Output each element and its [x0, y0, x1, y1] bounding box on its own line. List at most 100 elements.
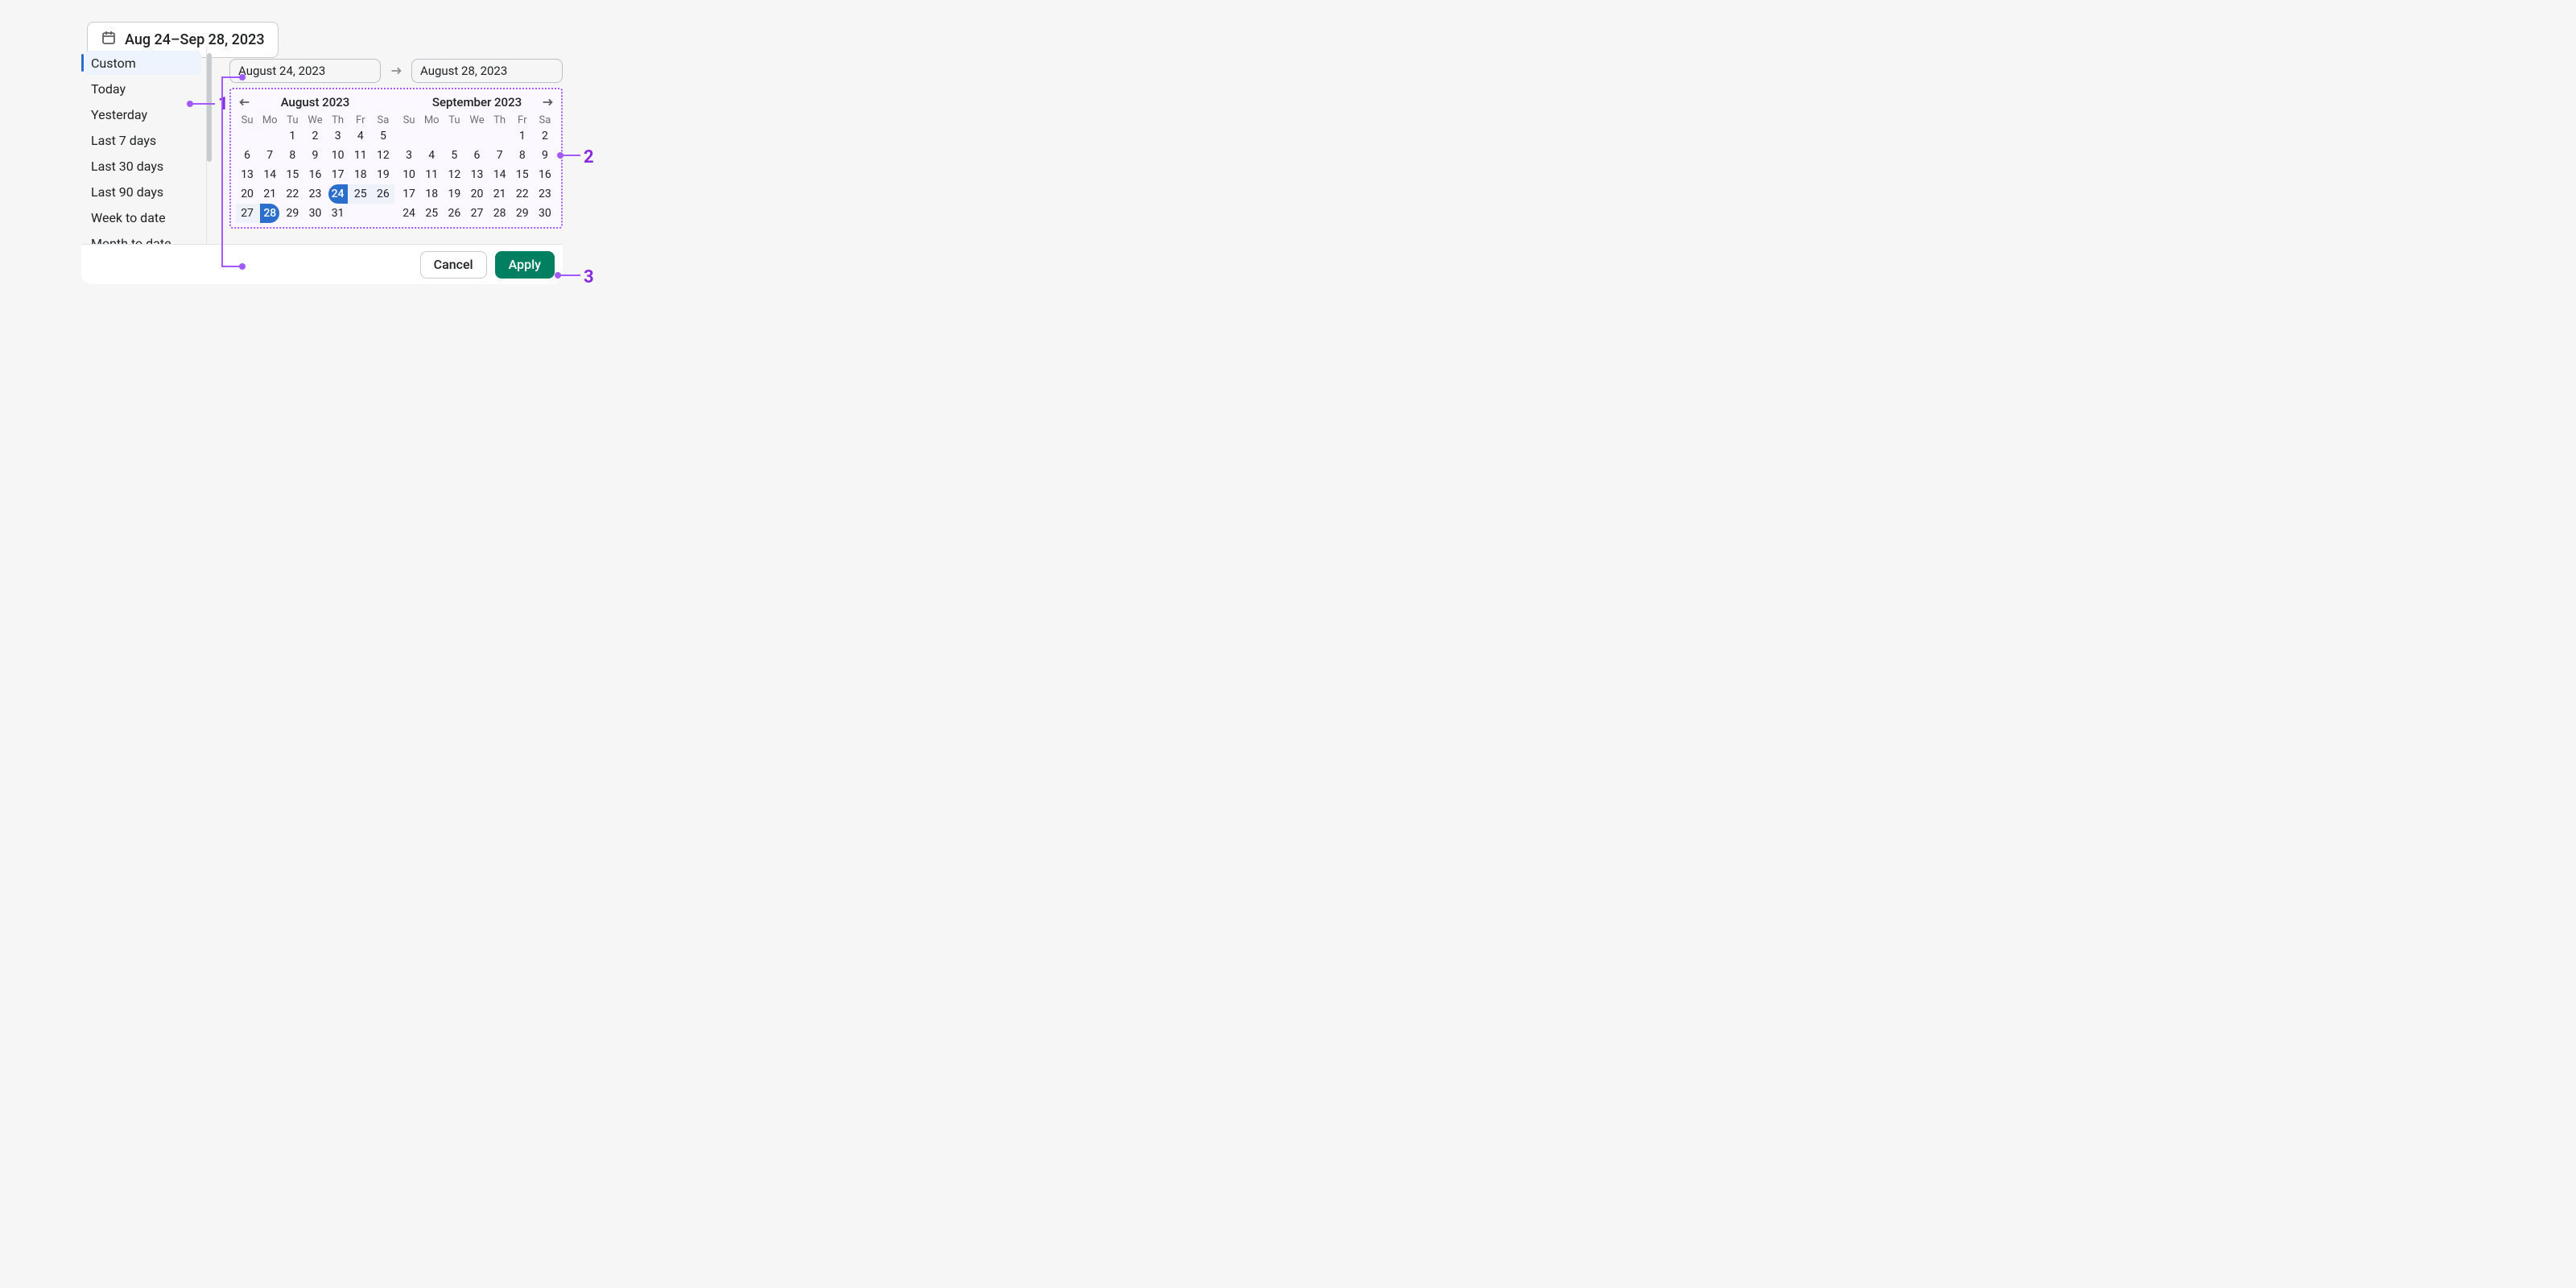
calendar-day[interactable]: 14	[258, 165, 281, 184]
calendar-day[interactable]: 15	[281, 165, 303, 184]
weekday-label: Sa	[372, 114, 394, 126]
month-right-title: September 2023	[432, 95, 522, 109]
calendar-day[interactable]: 10	[327, 146, 349, 165]
calendar-day[interactable]: 18	[420, 184, 443, 204]
calendar-day[interactable]: 28	[489, 204, 511, 223]
calendar-day[interactable]: 17	[398, 184, 420, 204]
calendar-day[interactable]: 25	[349, 184, 372, 204]
preset-scrollbar[interactable]	[207, 53, 212, 162]
calendar-day[interactable]: 8	[511, 146, 534, 165]
annotation-2-dot	[557, 152, 564, 159]
calendar-day[interactable]: 16	[534, 165, 556, 184]
calendar-day[interactable]: 6	[236, 146, 258, 165]
month-left: August 2023 SuMoTuWeThFrSa 1234567891011…	[236, 93, 394, 223]
calendar-day[interactable]: 19	[443, 184, 465, 204]
to-date-input[interactable]: August 28, 2023	[411, 59, 563, 83]
weekday-label: Sa	[534, 114, 556, 126]
calendar-day[interactable]: 28	[258, 204, 281, 223]
calendar-day[interactable]: 18	[349, 165, 372, 184]
calendar-cell-empty	[420, 126, 443, 146]
calendar-day[interactable]: 22	[281, 184, 303, 204]
calendar-day[interactable]: 14	[489, 165, 511, 184]
calendar-day[interactable]: 10	[398, 165, 420, 184]
preset-item[interactable]: Last 7 days	[85, 128, 201, 152]
calendar-day[interactable]: 2	[534, 126, 556, 146]
weekday-label: Su	[398, 114, 420, 126]
calendar-day[interactable]: 7	[489, 146, 511, 165]
calendar-day[interactable]: 11	[349, 146, 372, 165]
cancel-button[interactable]: Cancel	[420, 251, 487, 279]
calendar-day[interactable]: 15	[511, 165, 534, 184]
calendar-day[interactable]: 21	[258, 184, 281, 204]
calendar-day[interactable]: 30	[303, 204, 326, 223]
dialog-footer: Cancel Apply	[81, 244, 563, 284]
calendar-panel: August 24, 2023 August 28, 2023 August 2…	[229, 52, 563, 229]
preset-item[interactable]: Week to date	[85, 205, 201, 229]
calendar-day[interactable]: 27	[236, 204, 258, 223]
next-month-button[interactable]	[539, 93, 556, 111]
annotation-1-dot-b	[239, 74, 246, 80]
calendar-day[interactable]: 22	[511, 184, 534, 204]
calendar-cell-empty	[236, 126, 258, 146]
calendar-day[interactable]: 12	[443, 165, 465, 184]
calendar-day[interactable]: 29	[281, 204, 303, 223]
prev-month-button[interactable]	[236, 93, 254, 111]
calendar-day[interactable]: 11	[420, 165, 443, 184]
weekday-label: Mo	[258, 114, 281, 126]
calendar-day[interactable]: 12	[372, 146, 394, 165]
preset-item[interactable]: Today	[85, 76, 201, 101]
calendar-cell-empty	[443, 126, 465, 146]
calendar-day[interactable]: 3	[398, 146, 420, 165]
calendar-cell-empty	[258, 126, 281, 146]
calendar-day[interactable]: 4	[349, 126, 372, 146]
apply-button-label: Apply	[509, 257, 541, 272]
calendar-day[interactable]: 16	[303, 165, 326, 184]
calendar-day[interactable]: 29	[511, 204, 534, 223]
calendar-day[interactable]: 13	[236, 165, 258, 184]
calendar-day[interactable]: 5	[443, 146, 465, 165]
weekday-label: Mo	[420, 114, 443, 126]
calendar-day[interactable]: 23	[303, 184, 326, 204]
calendar-day[interactable]: 26	[443, 204, 465, 223]
calendar-day[interactable]: 2	[303, 126, 326, 146]
calendar-cell-empty	[398, 126, 420, 146]
annotation-2-line	[561, 155, 580, 156]
weekday-label: Su	[236, 114, 258, 126]
calendar-day[interactable]: 1	[511, 126, 534, 146]
calendar-day[interactable]: 6	[465, 146, 488, 165]
preset-item[interactable]: Custom	[85, 51, 201, 75]
calendar-day[interactable]: 24	[398, 204, 420, 223]
calendar-cell-empty	[465, 126, 488, 146]
apply-button[interactable]: Apply	[495, 251, 555, 279]
preset-item[interactable]: Last 30 days	[85, 154, 201, 178]
calendar-day[interactable]: 20	[236, 184, 258, 204]
calendar-day[interactable]: 27	[465, 204, 488, 223]
calendar-day[interactable]: 23	[534, 184, 556, 204]
weekday-label: We	[465, 114, 488, 126]
calendar-day[interactable]: 7	[258, 146, 281, 165]
calendar-day[interactable]: 9	[303, 146, 326, 165]
calendar-day[interactable]: 26	[372, 184, 394, 204]
annotation-2: 2	[584, 147, 594, 167]
calendar-day[interactable]: 20	[465, 184, 488, 204]
preset-item[interactable]: Month to date	[85, 231, 201, 244]
calendar-day[interactable]: 9	[534, 146, 556, 165]
calendar-day[interactable]: 5	[372, 126, 394, 146]
preset-item[interactable]: Yesterday	[85, 102, 201, 126]
annotation-1: 1	[218, 94, 229, 114]
calendar-day[interactable]: 17	[327, 165, 349, 184]
calendar-day[interactable]: 19	[372, 165, 394, 184]
calendar-day[interactable]: 4	[420, 146, 443, 165]
calendar-day[interactable]: 8	[281, 146, 303, 165]
calendar-day[interactable]: 24	[327, 184, 349, 204]
annotation-1-dot-c	[239, 263, 246, 270]
calendar-day[interactable]: 3	[327, 126, 349, 146]
calendar-day[interactable]: 13	[465, 165, 488, 184]
calendar-day[interactable]: 1	[281, 126, 303, 146]
calendar-day[interactable]: 21	[489, 184, 511, 204]
from-date-input[interactable]: August 24, 2023	[229, 59, 381, 83]
calendar-day[interactable]: 30	[534, 204, 556, 223]
calendar-day[interactable]: 25	[420, 204, 443, 223]
preset-item[interactable]: Last 90 days	[85, 180, 201, 204]
calendar-day[interactable]: 31	[327, 204, 349, 223]
